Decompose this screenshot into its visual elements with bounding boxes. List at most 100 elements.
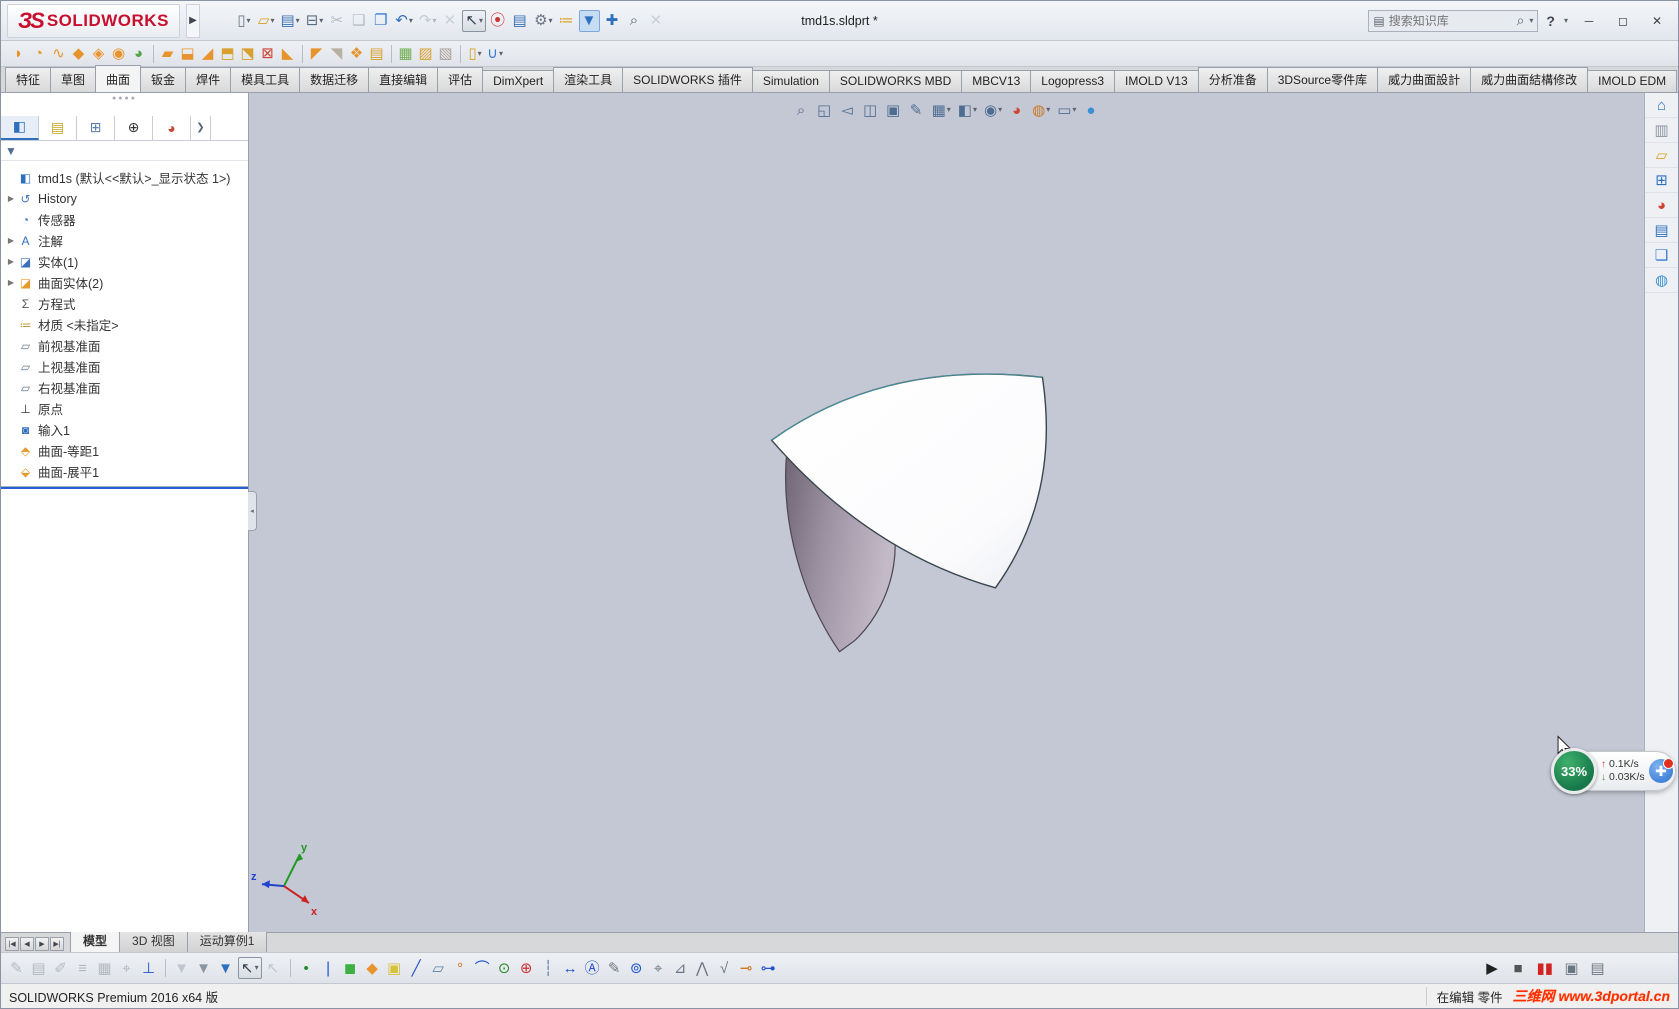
options-gear-icon[interactable]: ⚙ ▾ <box>532 10 554 32</box>
prev-tab-button[interactable]: ◀ <box>20 937 34 951</box>
snap-icon[interactable]: ⌖ <box>117 957 137 979</box>
help-dropdown-caret[interactable]: ▾ <box>1564 16 1568 25</box>
tree-item[interactable]: ▶ A 注解 <box>1 230 248 251</box>
command-tab[interactable]: 直接编辑 <box>368 67 439 92</box>
filled-surface-icon[interactable]: ◉ <box>109 43 129 65</box>
next-tab-button[interactable]: ▶ <box>35 937 49 951</box>
tree-filter-icon[interactable]: ▼ <box>5 144 17 158</box>
tree-item[interactable]: ▱ 前视基准面 <box>1 335 248 356</box>
reference-geometry-icon[interactable]: ▯ ▾ <box>465 43 485 65</box>
command-tab[interactable]: 分析准备 <box>1197 67 1268 92</box>
sep2[interactable] <box>302 44 303 63</box>
grid-icon[interactable]: ▦ <box>95 957 115 979</box>
filter-notes-icon[interactable]: ✎ <box>605 957 625 979</box>
sep-b[interactable] <box>289 959 291 977</box>
delete-face-icon[interactable]: ⬒ <box>218 43 238 65</box>
layer-icon[interactable]: ≡ <box>73 957 93 979</box>
view-palette-icon[interactable]: ⊞ <box>1645 168 1678 193</box>
file-explorer-icon[interactable]: ▱ <box>1645 143 1678 168</box>
sep4[interactable] <box>460 44 461 63</box>
print-icon[interactable]: ⊟ ▾ <box>304 10 326 32</box>
command-tab[interactable]: 曲面 <box>95 65 142 92</box>
panel-collapse-handle[interactable]: ◂ <box>248 491 257 531</box>
knowledge-search-input[interactable] <box>1388 13 1513 28</box>
command-tab[interactable]: 特征 <box>5 67 52 92</box>
filter-weld-symbols-icon[interactable]: ⋀ <box>693 957 713 979</box>
tree-item[interactable]: ⊥ 原点 <box>1 398 248 419</box>
search-dropdown-caret[interactable]: ▾ <box>1529 16 1533 25</box>
command-tab[interactable]: 钣金 <box>140 67 187 92</box>
filter-routing-points-icon[interactable]: ⊶ <box>759 957 779 979</box>
smart-dimension-icon[interactable]: ▤ <box>29 957 49 979</box>
graphics-viewport[interactable]: ⌕ ◱ ◅ ◫ ▣ ✎ ▦ ▾ ◧ ▾ ◉ ▾ ◕ ◍ ▾ ▭ ▾ ● y z … <box>249 93 1644 932</box>
filter-gtols-icon[interactable]: ⌖ <box>649 957 669 979</box>
command-tab[interactable]: 焊件 <box>185 67 232 92</box>
3dexperience-icon[interactable]: ◍ <box>1645 268 1678 293</box>
design-library-icon[interactable]: ▥ <box>1645 118 1678 143</box>
swept-surface-icon[interactable]: ∿ <box>49 43 69 65</box>
selection-filter-icon[interactable]: ▼ <box>578 9 601 32</box>
maximize-button[interactable]: ◻ <box>1610 11 1636 31</box>
close-button[interactable]: ✕ <box>1644 11 1670 31</box>
filter-center-marks-icon[interactable]: ⊕ <box>517 957 537 979</box>
edit-sketch-icon[interactable]: ✎ <box>7 957 27 979</box>
command-tab[interactable]: Simulation <box>751 70 830 92</box>
command-tab[interactable]: 威力曲面結構修改 <box>1470 67 1589 92</box>
filter-sketch-points-icon[interactable]: ° <box>451 957 471 979</box>
replace-face-icon[interactable]: ⬔ <box>238 43 258 65</box>
ruled-surface-icon[interactable]: ◢ <box>198 43 218 65</box>
tree-root-item[interactable]: ◧ tmd1s (默认<<默认>_显示状态 1>) <box>1 167 248 188</box>
filter-surface-bodies-icon[interactable]: ◆ <box>363 957 383 979</box>
expand-tabs-chevron[interactable]: ❯ <box>191 115 211 140</box>
sep-a[interactable] <box>165 959 166 977</box>
extruded-surface-icon[interactable]: ◗ <box>9 43 29 65</box>
panel-grip[interactable]: ●●●● <box>1 95 248 102</box>
displaymanager-tab[interactable]: ◕ <box>153 115 191 140</box>
lofted-surface-icon[interactable]: ◆ <box>69 43 89 65</box>
document-tab[interactable]: 模型 <box>70 929 121 952</box>
delete-hole-icon[interactable]: ⊠ <box>258 43 278 65</box>
close-toolbar-icon[interactable]: ✕ <box>646 10 666 32</box>
configurationmanager-tab[interactable]: ⊞ <box>77 115 115 140</box>
paste-icon[interactable]: ❐ <box>371 10 391 32</box>
coordinate-system-icon[interactable]: ⊥ <box>139 957 159 979</box>
filter-axes-icon[interactable]: ╱ <box>407 957 427 979</box>
thicken-icon[interactable]: ▦ <box>396 43 416 65</box>
filter-edges-icon[interactable]: ❘ <box>319 957 339 979</box>
command-tab[interactable]: 3DSource零件库 <box>1266 67 1379 92</box>
flatten-surface-icon[interactable]: ▤ <box>367 43 387 65</box>
select-other-icon[interactable]: ↖ <box>264 957 284 979</box>
forum-icon[interactable]: ❏ <box>1645 243 1678 268</box>
last-tab-button[interactable]: ▶| <box>50 937 64 951</box>
sep3[interactable] <box>391 44 392 63</box>
search-magnifier-icon[interactable]: ⌕ <box>624 10 644 32</box>
filter-annotations-icon[interactable]: Ⓐ <box>583 957 603 979</box>
command-tab[interactable]: 模具工具 <box>230 67 301 92</box>
tree-item[interactable]: ▱ 上视基准面 <box>1 356 248 377</box>
filter-solid-bodies-icon[interactable]: ▣ <box>385 957 405 979</box>
magnified-selection-icon[interactable]: ✚ <box>602 10 622 32</box>
propertymanager-tab[interactable]: ▤ <box>39 115 77 140</box>
traffic-light-icon[interactable]: ⦿ <box>488 10 508 32</box>
tree-item[interactable]: ▶ ◪ 实体(1) <box>1 251 248 272</box>
tree-item[interactable]: ▶ ◪ 曲面实体(2) <box>1 272 248 293</box>
command-tab[interactable]: Logopress3 <box>1030 70 1115 92</box>
filter-toggle-icon[interactable]: ▼ <box>172 957 192 979</box>
search-icon[interactable]: ⌕ <box>1517 12 1525 29</box>
menu-expand-arrow[interactable]: ▶ <box>185 3 200 38</box>
filter-faces-icon[interactable]: ◼ <box>341 957 361 979</box>
tree-item[interactable]: ▱ 右视基准面 <box>1 377 248 398</box>
play-button[interactable]: ▶ <box>1482 957 1502 979</box>
freeform-surface-icon[interactable]: ◕ <box>129 43 149 65</box>
trim-surface-icon[interactable]: ◤ <box>307 43 327 65</box>
pause-record-button[interactable]: ▮▮ <box>1534 957 1556 979</box>
cut-with-surface-icon[interactable]: ▧ <box>436 43 456 65</box>
thickened-cut-icon[interactable]: ▨ <box>416 43 436 65</box>
detail-list-icon[interactable]: ▤ <box>510 10 530 32</box>
tree-item[interactable]: ◙ 输入1 <box>1 419 248 440</box>
command-tab[interactable]: SOLIDWORKS MBD <box>828 70 963 92</box>
revolved-surface-icon[interactable]: ◔ <box>29 43 49 65</box>
filter-surface-finish-icon[interactable]: √ <box>715 957 735 979</box>
home-icon[interactable]: ⌂ <box>1645 93 1678 118</box>
save-icon[interactable]: ▤ ▾ <box>278 10 301 32</box>
